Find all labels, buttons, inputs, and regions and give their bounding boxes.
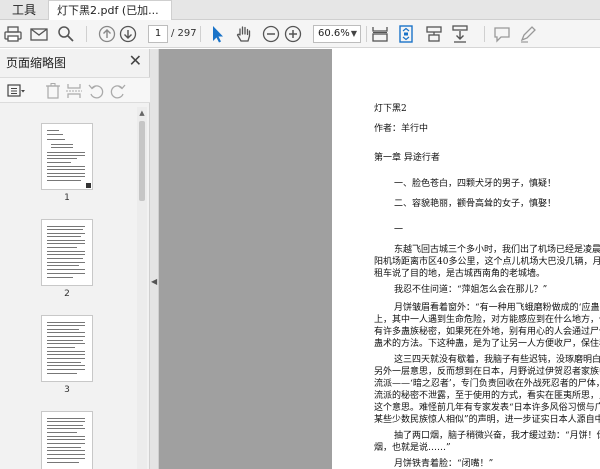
text-line: 一、脸色苍白，四颗犬牙的男子，慎疑！ bbox=[394, 179, 557, 189]
text-line: 月饼铁青着脸：“闭嘴！” bbox=[394, 459, 494, 469]
collapse-sidebar-icon[interactable]: ◀ bbox=[151, 277, 157, 286]
tab-document[interactable]: 灯下黑2.pdf (已加... bbox=[48, 0, 172, 21]
redo-icon[interactable] bbox=[108, 81, 128, 101]
toolbar-divider bbox=[200, 26, 201, 42]
close-icon[interactable]: ✕ bbox=[129, 51, 142, 71]
mail-icon[interactable] bbox=[29, 24, 49, 44]
document-viewer[interactable]: 灯下黑2 作者：羊行中 第一章 异途行者 一、脸色苍白，四颗犬牙的男子，慎疑！ … bbox=[159, 49, 600, 469]
undo-icon[interactable] bbox=[86, 81, 106, 101]
select-cursor-icon[interactable] bbox=[207, 24, 227, 44]
toolbar: 1 / 297 60.6% ▼ bbox=[0, 20, 600, 48]
page-thumbnail[interactable] bbox=[41, 123, 93, 190]
zoom-out-icon[interactable] bbox=[261, 24, 281, 44]
page-thumbnail[interactable] bbox=[41, 315, 93, 382]
split-page-icon[interactable] bbox=[64, 81, 84, 101]
thumbnail-list: 1 2 3 bbox=[0, 107, 136, 469]
next-page-icon[interactable] bbox=[118, 24, 138, 44]
toolbar-divider bbox=[366, 26, 367, 42]
text-line: 我忍不住问道：“萍姐怎么会在那儿？” bbox=[394, 285, 548, 295]
text-line: 租车说了目的地，是古城西南角的老城墙。 bbox=[374, 269, 546, 279]
page-thumbnail[interactable] bbox=[41, 411, 93, 469]
text-line: 东越飞回古城三个多小时，我们出了机场已经是凌晨三 bbox=[394, 245, 600, 255]
download-icon[interactable] bbox=[450, 24, 470, 44]
chapter-heading: 第一章 异途行者 bbox=[374, 153, 440, 163]
page-number-input[interactable]: 1 bbox=[148, 25, 168, 43]
sidebar-splitter[interactable]: ◀ bbox=[150, 49, 159, 469]
print-icon[interactable] bbox=[3, 24, 23, 44]
toolbar-divider bbox=[484, 26, 485, 42]
text-line: 另外一层意思，反而想到在日本，月野说过伊贺忍者家族中 bbox=[374, 367, 600, 377]
fit-page-icon[interactable] bbox=[396, 24, 416, 44]
text-line: 月饼皱眉看着窗外：“有一种用飞蛾磨粉做成的‘应蛊’ bbox=[394, 303, 600, 313]
pen-icon[interactable] bbox=[518, 24, 538, 44]
text-line: 二、容貌艳丽，颧骨高耸的女子，慎娶！ bbox=[394, 199, 557, 209]
text-line: 这个意思。难怪前几年有专家发表“日本许多风俗习惯与广 bbox=[374, 403, 600, 413]
book-title: 灯下黑2 bbox=[374, 104, 407, 114]
text-line: 烟，也就是说……” bbox=[374, 443, 451, 453]
tab-bar: 工具 灯下黑2.pdf (已加... bbox=[0, 0, 600, 21]
text-line: 蛊术的方法。下这种蛊，是为了让另一人方便收尸，保住秘 bbox=[374, 339, 600, 349]
toolbar-divider bbox=[86, 26, 87, 42]
sidebar-toolbar bbox=[0, 77, 150, 103]
page-total: / 297 bbox=[171, 28, 197, 39]
text-line: 流派——‘暗之忍者’，专门负责回收在外战死忍者的尸体， bbox=[374, 379, 600, 389]
pdf-page: 灯下黑2 作者：羊行中 第一章 异途行者 一、脸色苍白，四颗犬牙的男子，慎疑！ … bbox=[332, 49, 600, 469]
scrollbar-thumb[interactable] bbox=[139, 121, 145, 201]
page-thumbnail-label: 1 bbox=[64, 193, 70, 203]
text-line: 一 bbox=[394, 225, 404, 235]
chevron-down-icon: ▼ bbox=[350, 29, 357, 38]
scroll-up-icon[interactable]: ▲ bbox=[138, 109, 146, 117]
comment-icon[interactable] bbox=[492, 24, 512, 44]
rotate-view-icon[interactable] bbox=[424, 24, 444, 44]
tab-tools[interactable]: 工具 bbox=[0, 0, 48, 20]
page-thumbnail-label: 2 bbox=[64, 289, 70, 299]
page-layout-icon[interactable] bbox=[370, 24, 390, 44]
sidebar-header: 页面缩略图 ✕ bbox=[0, 49, 150, 75]
thumbnail-options-icon[interactable] bbox=[6, 81, 26, 101]
thumbnail-scrollbar[interactable]: ▲ bbox=[137, 107, 147, 469]
text-line: 这三四天就没有歇着，我脑子有些迟钝，没琢磨明白月 bbox=[394, 355, 600, 365]
text-line: 上，其中一人遇到生命危险，对方能感应到在什么地方，但 bbox=[374, 315, 600, 325]
text-line: 流派的秘密不泄露，至于使用的方式，看实在匪夷所思，几 bbox=[374, 391, 600, 401]
previous-page-icon[interactable] bbox=[97, 24, 117, 44]
sidebar-title: 页面缩略图 bbox=[6, 56, 67, 70]
hand-tool-icon[interactable] bbox=[234, 24, 254, 44]
text-line: 有许多蛊族秘密，如果死在外地，别有用心的人会通过尸体 bbox=[374, 327, 600, 337]
zoom-level-select[interactable]: 60.6% ▼ bbox=[313, 25, 361, 43]
zoom-in-icon[interactable] bbox=[283, 24, 303, 44]
page-thumbnail[interactable] bbox=[41, 219, 93, 286]
zoom-level-value: 60.6% bbox=[318, 28, 350, 39]
search-icon[interactable] bbox=[56, 24, 76, 44]
author-line: 作者：羊行中 bbox=[374, 124, 429, 134]
delete-icon[interactable] bbox=[43, 81, 63, 101]
thumbnail-sidebar: 页面缩略图 ✕ 1 2 3 ▲ bbox=[0, 49, 150, 469]
page-thumbnail-label: 3 bbox=[64, 385, 70, 395]
text-line: 阳机场距离市区40多公里，这个点儿机场大巴没几辆，月饼 bbox=[374, 257, 600, 267]
text-line: 抽了两口烟，脑子稍微兴奋，我才缓过劲：“月饼！你 bbox=[394, 431, 600, 441]
text-line: 某些少数民族惊人相似”的声明，进一步证实日本人源自中 bbox=[374, 415, 600, 425]
